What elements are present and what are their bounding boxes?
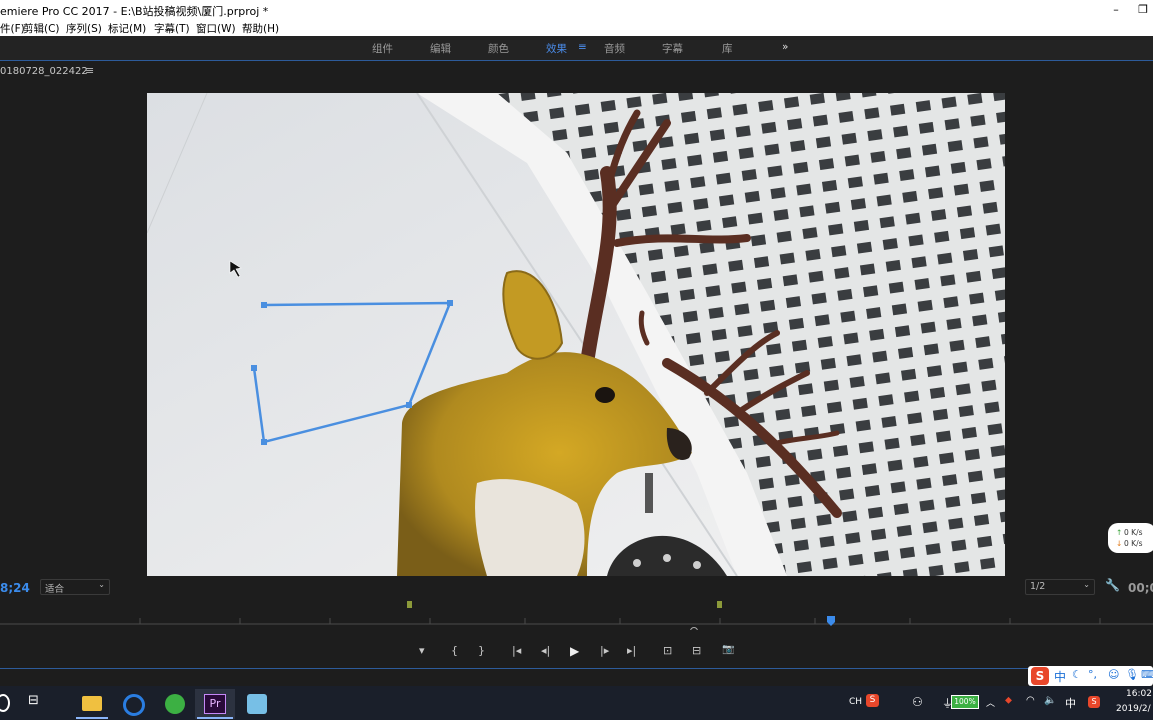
mark-out-icon[interactable]: } (478, 644, 485, 657)
file-explorer-icon[interactable] (72, 689, 112, 719)
menu-file[interactable]: 件(F) (0, 21, 25, 36)
workspace-bar: 组件 编辑 颜色 效果 ≡ 音频 字幕 库 » (0, 36, 1153, 61)
tab-assembly[interactable]: 组件 (372, 41, 393, 56)
menu-title[interactable]: 字幕(T) (154, 21, 190, 36)
sequence-name[interactable]: 0180728_022422 (0, 66, 88, 77)
task-view-icon[interactable]: ⊟ (28, 693, 39, 708)
playback-resolution-select[interactable]: 1/2 ⌄ (1025, 579, 1095, 595)
emoji-icon[interactable]: ☺ (1108, 668, 1119, 681)
minimize-button[interactable]: – (1103, 0, 1129, 19)
tab-color[interactable]: 颜色 (488, 41, 509, 56)
panel-divider (0, 668, 1153, 669)
restore-button[interactable]: ❐ (1130, 0, 1153, 19)
wifi-icon[interactable]: ◠ (1026, 695, 1035, 706)
video-frame-image (147, 93, 1005, 576)
camera-icon[interactable]: 📷 (722, 644, 734, 655)
wechat-icon[interactable] (155, 689, 195, 719)
antivirus-icon[interactable]: ⬥ (1005, 695, 1012, 706)
ime-toolbar[interactable]: S 中 ☾ °, ☺ 🎙 ⌨ (1028, 666, 1153, 686)
monitor-time-ruler[interactable] (0, 598, 1153, 635)
duration-timecode: 00;0 (1128, 581, 1153, 595)
mask-vertex[interactable] (251, 365, 257, 371)
extract-icon[interactable]: ⊟ (692, 644, 701, 657)
premiere-pro-taskbar-icon[interactable]: Pr (195, 689, 235, 719)
chevron-down-icon: ⌄ (1083, 580, 1090, 589)
moon-icon[interactable]: ☾ (1072, 668, 1082, 681)
program-monitor-header: 0180728_022422 ≡ (0, 61, 1153, 83)
volume-icon[interactable]: 🔈 (1044, 695, 1056, 706)
network-speed-widget[interactable]: ↑ 0 K/s ↓ 0 K/s (1108, 523, 1153, 553)
menu-clip[interactable]: 剪辑(C) (23, 21, 60, 36)
tab-libraries[interactable]: 库 (722, 41, 733, 56)
lift-icon[interactable]: ⊡ (663, 644, 672, 657)
upload-speed-icon: ↑ (1116, 528, 1123, 537)
program-monitor-video[interactable] (147, 93, 1005, 576)
step-back-icon[interactable]: ◂| (541, 644, 550, 657)
sogou-logo-icon: S (1031, 667, 1049, 685)
tab-effects[interactable]: 效果 (546, 41, 567, 56)
tab-editing[interactable]: 编辑 (430, 41, 451, 56)
go-to-in-icon[interactable]: |◂ (512, 644, 521, 657)
sogou-tray-icon[interactable]: S (866, 694, 879, 707)
menu-bar: 件(F) 剪辑(C) 序列(S) 标记(M) 字幕(T) 窗口(W) 帮助(H) (0, 19, 1153, 36)
more-workspaces-icon[interactable]: » (782, 41, 788, 53)
step-forward-icon[interactable]: |▸ (600, 644, 609, 657)
menu-sequence[interactable]: 序列(S) (66, 21, 102, 36)
cortana-icon[interactable] (0, 694, 10, 712)
photos-app-icon[interactable] (237, 689, 277, 719)
mark-in-icon[interactable]: { (451, 644, 458, 657)
punctuation-icon[interactable]: °, (1088, 668, 1097, 681)
download-speed: 0 K/s (1124, 539, 1143, 548)
clock-date[interactable]: 2019/2/ (1116, 704, 1151, 714)
go-to-out-icon[interactable]: ▸| (627, 644, 636, 657)
mask-vertex[interactable] (261, 302, 267, 308)
tab-effects-menu-icon[interactable]: ≡ (578, 41, 587, 53)
browser-icon[interactable] (114, 689, 154, 719)
title-bar: emiere Pro CC 2017 - E:\B站投稿视频\厦门.prproj… (0, 0, 1153, 19)
clock-time[interactable]: 16:02 (1126, 689, 1152, 699)
zoom-level-select[interactable]: 适合 ⌄ (40, 579, 110, 595)
keyframe-marker (407, 601, 412, 608)
menu-help[interactable]: 帮助(H) (242, 21, 279, 36)
window-title: emiere Pro CC 2017 - E:\B站投稿视频\厦门.prproj… (0, 5, 269, 18)
ime-lang[interactable]: 中 (1054, 668, 1066, 685)
battery-indicator[interactable]: 100% (951, 695, 979, 709)
mask-vertex[interactable] (261, 439, 267, 445)
zoom-level-value: 适合 (45, 584, 65, 595)
show-hidden-icons[interactable]: ︿ (986, 696, 995, 709)
tab-captions[interactable]: 字幕 (662, 41, 683, 56)
add-marker-icon[interactable]: ▾ (419, 644, 425, 657)
windows-taskbar: ⊟ Pr CH S ⚇ ⏚ 100% ︿ ⬥ ◠ 🔈 中 S 16:02 201… (0, 686, 1153, 720)
mask-vertex[interactable] (447, 300, 453, 306)
sogou-ime-tray-icon[interactable]: S (1088, 696, 1100, 708)
playback-resolution-value: 1/2 (1030, 581, 1046, 592)
wrench-icon[interactable]: 🔧 (1105, 578, 1120, 592)
microphone-icon[interactable]: 🎙 (1125, 668, 1139, 681)
menu-marker[interactable]: 标记(M) (108, 21, 146, 36)
mask-vertex[interactable] (406, 402, 412, 408)
upload-speed: 0 K/s (1124, 528, 1143, 537)
input-language[interactable]: CH (849, 697, 862, 707)
playhead-timecode[interactable]: 8;24 (0, 581, 30, 595)
panel-menu-icon[interactable]: ≡ (85, 64, 94, 77)
tab-audio[interactable]: 音频 (604, 41, 625, 56)
menu-window[interactable]: 窗口(W) (196, 21, 236, 36)
ime-mode[interactable]: 中 (1065, 695, 1076, 711)
play-icon[interactable]: ▶ (570, 644, 579, 658)
chevron-down-icon: ⌄ (98, 580, 105, 589)
people-icon[interactable]: ⚇ (912, 695, 923, 709)
download-speed-icon: ↓ (1116, 539, 1123, 548)
transport-controls: ▾ { } |◂ ◂| ▶ |▸ ▸| ⊡ ⊟ 📷 (0, 640, 1153, 666)
keyboard-icon[interactable]: ⌨ (1141, 668, 1153, 681)
keyframe-marker (717, 601, 722, 608)
